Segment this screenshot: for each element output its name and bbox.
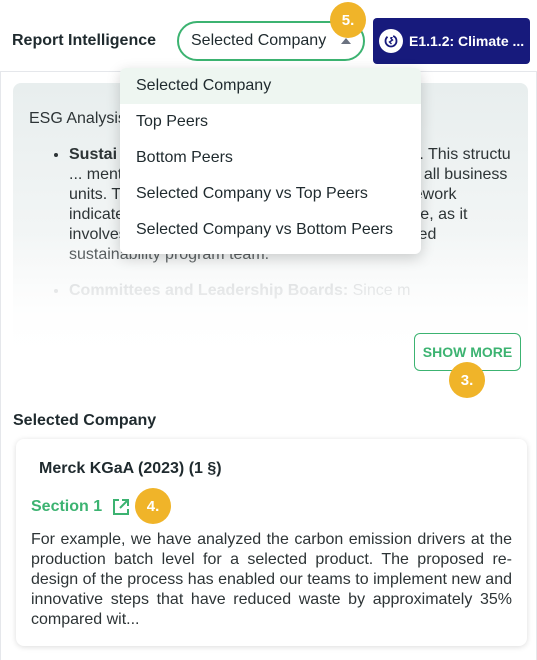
card-excerpt: For example, we have analyzed the carbon… [31, 531, 512, 628]
company-card: Merck KGaA (2023) (1 §) Section 1 4. For… [16, 439, 527, 646]
step-badge: 3. [449, 362, 485, 398]
dropdown-option[interactable]: Selected Company [120, 68, 421, 104]
dropdown-option[interactable]: Top Peers [120, 104, 421, 140]
esg-bullet-lead: Committees and Leadership Boards: [69, 282, 349, 299]
app-title: Report Intelligence [12, 32, 157, 49]
refresh-circle-icon [379, 29, 403, 53]
context-button[interactable]: E1.1.2: Climate ... [373, 18, 530, 64]
view-select-value: Selected Company [191, 32, 327, 49]
caret-up-icon [341, 38, 351, 44]
external-link-icon[interactable] [111, 497, 131, 517]
header: Report Intelligence Selected Company E1.… [0, 0, 537, 72]
card-title: Merck KGaA (2023) (1 §) [39, 460, 222, 477]
dropdown-option[interactable]: Selected Company vs Top Peers [120, 176, 421, 212]
context-button-label: E1.1.2: Climate ... [409, 33, 525, 49]
step-badge: 4. [135, 488, 171, 524]
esg-bullet-lead: Sustai [69, 146, 118, 163]
dropdown-option[interactable]: Bottom Peers [120, 140, 421, 176]
section-link[interactable]: Section 1 [31, 498, 102, 516]
esg-bullet: Committees and Leadership Boards: Since … [69, 281, 513, 301]
view-dropdown-menu: Selected Company Top Peers Bottom Peers … [120, 68, 421, 254]
dropdown-option[interactable]: Selected Company vs Bottom Peers [120, 212, 421, 248]
esg-bullet-text: Since m [348, 282, 411, 299]
step-badge: 5. [330, 2, 366, 38]
section-title: Selected Company [13, 412, 157, 429]
